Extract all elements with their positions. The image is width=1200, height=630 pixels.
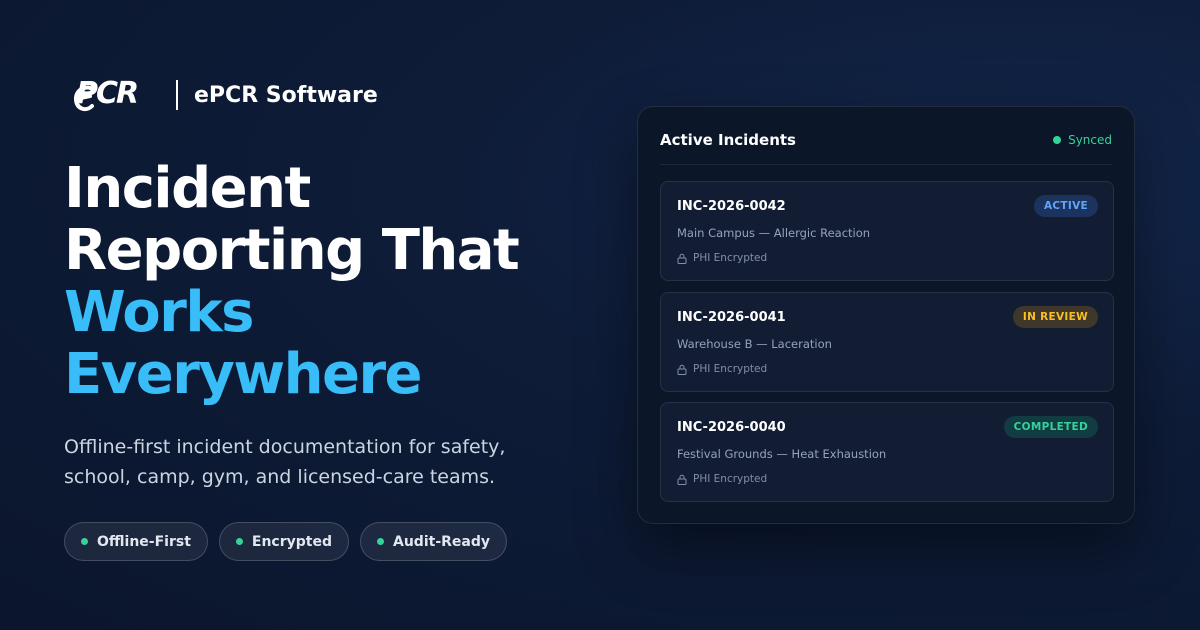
encryption-status: PHI Encrypted	[677, 473, 767, 485]
page-headline: Incident Reporting That Works Everywhere	[64, 158, 624, 406]
headline-line-2: Reporting That	[64, 218, 520, 283]
encryption-label: PHI Encrypted	[693, 363, 768, 375]
status-badge: IN REVIEW	[1012, 306, 1098, 328]
brand-divider	[176, 80, 178, 110]
encryption-label: PHI Encrypted	[693, 473, 768, 485]
epcr-logo[interactable]: PCR	[64, 74, 154, 116]
sync-dot-icon	[1053, 135, 1062, 144]
feature-pills: Offline-First Encrypted Audit-Ready	[64, 522, 507, 561]
incident-card[interactable]: INC-2026-0041 IN REVIEW Warehouse B — La…	[660, 292, 1114, 392]
feature-pill-label: Audit-Ready	[393, 533, 490, 550]
lock-icon	[677, 474, 687, 485]
incident-description: Warehouse B — Laceration	[677, 337, 832, 351]
incident-id: INC-2026-0041	[677, 310, 786, 325]
sync-status: Synced	[1053, 133, 1112, 147]
encryption-status: PHI Encrypted	[677, 252, 767, 264]
feature-pill-offline-first: Offline-First	[64, 522, 208, 561]
feature-pill-encrypted: Encrypted	[218, 522, 349, 561]
headline-line-1: Incident	[64, 156, 311, 221]
logo-text: PCR	[76, 76, 139, 111]
headline-line-3: Works	[64, 280, 254, 345]
lock-icon	[677, 364, 687, 375]
active-incidents-panel: Active Incidents Synced INC-2026-0042 AC…	[637, 106, 1135, 524]
incident-id: INC-2026-0042	[677, 199, 786, 214]
brand-name: ePCR Software	[194, 82, 378, 108]
incident-card[interactable]: INC-2026-0040 COMPLETED Festival Grounds…	[660, 402, 1114, 502]
page-subtitle: Offline-first incident documentation for…	[64, 436, 506, 488]
status-dot-icon	[377, 538, 384, 545]
feature-pill-label: Encrypted	[251, 533, 332, 550]
incident-card[interactable]: INC-2026-0042 ACTIVE Main Campus — Aller…	[660, 181, 1114, 281]
lock-icon	[677, 253, 687, 264]
status-badge: ACTIVE	[1034, 195, 1098, 217]
incident-description: Festival Grounds — Heat Exhaustion	[677, 447, 887, 461]
feature-pill-audit-ready: Audit-Ready	[360, 522, 507, 561]
status-dot-icon	[235, 538, 243, 545]
status-dot-icon	[81, 538, 88, 545]
status-badge: COMPLETED	[1003, 416, 1098, 438]
panel-title: Active Incidents	[660, 130, 796, 149]
feature-pill-label: Offline-First	[97, 533, 191, 550]
incident-description: Main Campus — Allergic Reaction	[677, 226, 871, 240]
panel-header: Active Incidents Synced	[660, 107, 1112, 165]
headline-line-4: Everywhere	[64, 342, 423, 407]
brand-header: PCR ePCR Software	[64, 74, 378, 116]
encryption-status: PHI Encrypted	[677, 363, 767, 375]
encryption-label: PHI Encrypted	[693, 252, 768, 264]
incident-id: INC-2026-0040	[677, 420, 786, 435]
sync-status-label: Synced	[1068, 132, 1112, 147]
